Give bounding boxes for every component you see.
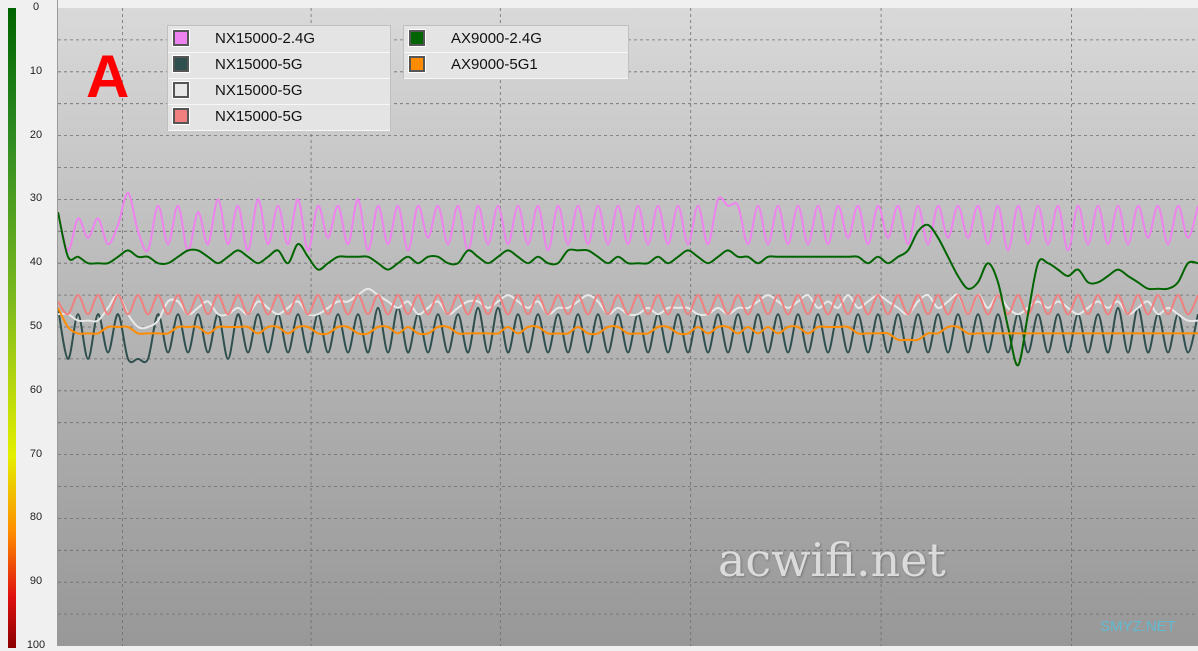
y-tick-label: 30 [29, 192, 43, 205]
legend-swatch [172, 29, 190, 47]
legend-group-1: NX15000-2.4G NX15000-5G NX15000-5G NX15000-… [167, 25, 391, 131]
legend-label: NX15000-2.4G [215, 30, 316, 47]
legend-label: NX15000-5G [215, 108, 303, 125]
y-tick-label: 40 [29, 256, 43, 269]
legend-label: NX15000-5G [215, 56, 303, 73]
y-axis-panel: 0 10 20 30 40 50 60 70 80 90 100 [0, 0, 58, 651]
legend-swatch [172, 81, 190, 99]
panel-letter: A [86, 43, 130, 110]
legend-label: NX15000-5G [215, 82, 303, 99]
y-tick-label: 100 [26, 639, 46, 651]
legend-label: AX9000-5G1 [451, 56, 538, 73]
y-tick-label: 50 [29, 320, 43, 332]
legend-swatch [172, 55, 190, 73]
legend-swatch [172, 107, 190, 125]
legend-swatch [408, 29, 426, 47]
legend-group-2: AX9000-2.4G AX9000-5G1 [403, 25, 629, 79]
legend-item: NX15000-5G [168, 78, 390, 105]
y-tick-label: 10 [29, 64, 43, 77]
legend-item: NX15000-2.4G [168, 26, 390, 53]
series-line-3 [58, 294, 1198, 316]
legend-label: AX9000-2.4G [451, 30, 542, 47]
y-tick-label: 90 [29, 575, 43, 588]
y-tick-label: 20 [29, 128, 43, 141]
series-line-0 [58, 191, 1198, 253]
y-tick-label: 60 [29, 383, 43, 396]
series-line-4 [58, 211, 1198, 367]
legend-item: AX9000-2.4G [404, 26, 628, 53]
watermark: acwifi.net [718, 533, 946, 587]
legend-item: NX15000-5G [168, 52, 390, 79]
signal-color-bar [8, 8, 16, 648]
y-tick-label: 0 [32, 1, 40, 13]
y-tick-label: 70 [29, 447, 43, 460]
y-tick-label: 80 [29, 511, 43, 524]
legend-item: NX15000-5G [168, 104, 390, 131]
legend-swatch [408, 55, 426, 73]
corner-watermark: SMYZ.NET [1100, 618, 1176, 635]
legend-item: AX9000-5G1 [404, 52, 628, 79]
